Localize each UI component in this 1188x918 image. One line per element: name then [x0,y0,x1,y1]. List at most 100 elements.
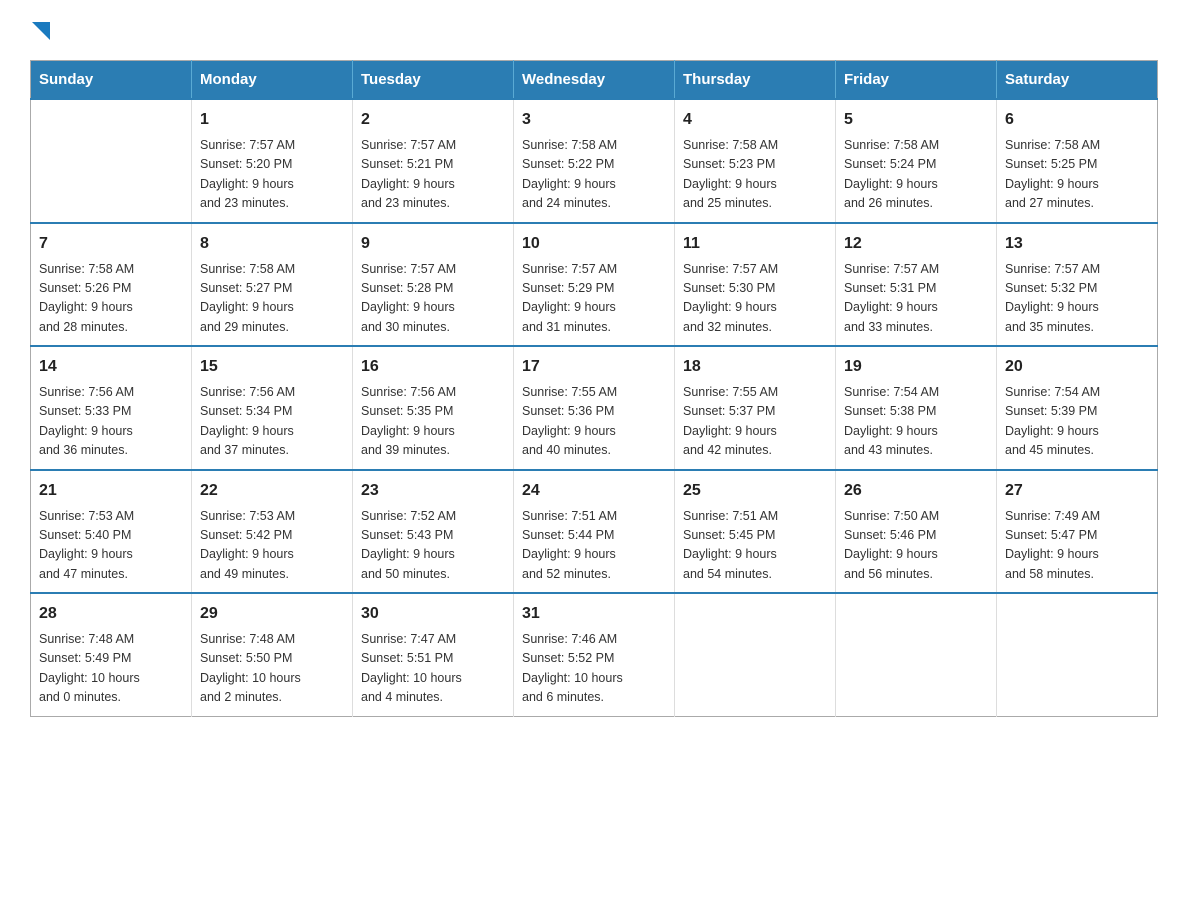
day-info: Sunrise: 7:52 AMSunset: 5:43 PMDaylight:… [361,507,505,585]
day-number: 26 [844,479,988,503]
day-info: Sunrise: 7:57 AMSunset: 5:20 PMDaylight:… [200,136,344,214]
calendar-week-row: 14 Sunrise: 7:56 AMSunset: 5:33 PMDayligh… [31,346,1158,470]
day-info: Sunrise: 7:51 AMSunset: 5:45 PMDaylight:… [683,507,827,585]
day-number: 13 [1005,232,1149,256]
day-info: Sunrise: 7:55 AMSunset: 5:37 PMDaylight:… [683,383,827,461]
day-number: 3 [522,108,666,132]
day-number: 17 [522,355,666,379]
calendar-cell: 7 Sunrise: 7:58 AMSunset: 5:26 PMDaylight… [31,223,192,347]
calendar-cell [997,593,1158,716]
calendar-cell: 2Sunrise: 7:57 AMSunset: 5:21 PMDaylight… [353,99,514,223]
calendar-cell: 25 Sunrise: 7:51 AMSunset: 5:45 PMDayligh… [675,470,836,594]
weekday-header-friday: Friday [836,61,997,100]
weekday-header-saturday: Saturday [997,61,1158,100]
calendar-cell: 22 Sunrise: 7:53 AMSunset: 5:42 PMDayligh… [192,470,353,594]
day-info: Sunrise: 7:56 AMSunset: 5:35 PMDaylight:… [361,383,505,461]
day-number: 9 [361,232,505,256]
day-info: Sunrise: 7:57 AMSunset: 5:29 PMDaylight:… [522,260,666,338]
day-info: Sunrise: 7:56 AMSunset: 5:34 PMDaylight:… [200,383,344,461]
weekday-header-wednesday: Wednesday [514,61,675,100]
calendar-cell: 29Sunrise: 7:48 AMSunset: 5:50 PMDayligh… [192,593,353,716]
logo [30,20,50,40]
day-info: Sunrise: 7:50 AMSunset: 5:46 PMDaylight:… [844,507,988,585]
day-number: 10 [522,232,666,256]
calendar-cell: 13 Sunrise: 7:57 AMSunset: 5:32 PMDayligh… [997,223,1158,347]
calendar-cell: 15Sunrise: 7:56 AMSunset: 5:34 PMDayligh… [192,346,353,470]
day-info: Sunrise: 7:57 AMSunset: 5:32 PMDaylight:… [1005,260,1149,338]
calendar-cell: 10 Sunrise: 7:57 AMSunset: 5:29 PMDayligh… [514,223,675,347]
day-info: Sunrise: 7:54 AMSunset: 5:39 PMDaylight:… [1005,383,1149,461]
calendar-week-row: 7 Sunrise: 7:58 AMSunset: 5:26 PMDaylight… [31,223,1158,347]
weekday-header-sunday: Sunday [31,61,192,100]
calendar-cell [675,593,836,716]
day-number: 27 [1005,479,1149,503]
calendar-week-row: 28 Sunrise: 7:48 AMSunset: 5:49 PMDayligh… [31,593,1158,716]
calendar-cell: 11 Sunrise: 7:57 AMSunset: 5:30 PMDayligh… [675,223,836,347]
calendar-cell: 1 Sunrise: 7:57 AMSunset: 5:20 PMDaylight… [192,99,353,223]
day-number: 25 [683,479,827,503]
day-number: 24 [522,479,666,503]
calendar-cell: 21 Sunrise: 7:53 AMSunset: 5:40 PMDayligh… [31,470,192,594]
weekday-header-thursday: Thursday [675,61,836,100]
page-header [30,20,1158,40]
calendar-header: SundayMondayTuesdayWednesdayThursdayFrid… [31,61,1158,100]
calendar-cell [31,99,192,223]
logo-arrow-icon [32,22,50,40]
day-info: Sunrise: 7:57 AMSunset: 5:30 PMDaylight:… [683,260,827,338]
weekday-header-row: SundayMondayTuesdayWednesdayThursdayFrid… [31,61,1158,100]
calendar-cell: 8 Sunrise: 7:58 AMSunset: 5:27 PMDaylight… [192,223,353,347]
calendar-cell: 12 Sunrise: 7:57 AMSunset: 5:31 PMDayligh… [836,223,997,347]
day-info: Sunrise: 7:48 AMSunset: 5:49 PMDaylight:… [39,630,183,708]
day-info: Sunrise: 7:58 AMSunset: 5:24 PMDaylight:… [844,136,988,214]
day-number: 31 [522,602,666,626]
day-number: 18 [683,355,827,379]
day-info: Sunrise: 7:58 AMSunset: 5:27 PMDaylight:… [200,260,344,338]
calendar-cell: 14 Sunrise: 7:56 AMSunset: 5:33 PMDayligh… [31,346,192,470]
day-number: 22 [200,479,344,503]
day-info: Sunrise: 7:46 AMSunset: 5:52 PMDaylight:… [522,630,666,708]
day-number: 21 [39,479,183,503]
calendar-cell: 23 Sunrise: 7:52 AMSunset: 5:43 PMDayligh… [353,470,514,594]
calendar-cell: 3Sunrise: 7:58 AMSunset: 5:22 PMDaylight… [514,99,675,223]
day-info: Sunrise: 7:55 AMSunset: 5:36 PMDaylight:… [522,383,666,461]
calendar-cell: 18 Sunrise: 7:55 AMSunset: 5:37 PMDayligh… [675,346,836,470]
calendar-cell: 9 Sunrise: 7:57 AMSunset: 5:28 PMDaylight… [353,223,514,347]
day-number: 4 [683,108,827,132]
day-info: Sunrise: 7:51 AMSunset: 5:44 PMDaylight:… [522,507,666,585]
day-number: 12 [844,232,988,256]
day-number: 28 [39,602,183,626]
calendar-cell: 19Sunrise: 7:54 AMSunset: 5:38 PMDayligh… [836,346,997,470]
day-number: 11 [683,232,827,256]
day-info: Sunrise: 7:57 AMSunset: 5:21 PMDaylight:… [361,136,505,214]
day-number: 1 [200,108,344,132]
calendar-cell: 31 Sunrise: 7:46 AMSunset: 5:52 PMDayligh… [514,593,675,716]
day-info: Sunrise: 7:57 AMSunset: 5:28 PMDaylight:… [361,260,505,338]
day-info: Sunrise: 7:53 AMSunset: 5:42 PMDaylight:… [200,507,344,585]
calendar-week-row: 1 Sunrise: 7:57 AMSunset: 5:20 PMDaylight… [31,99,1158,223]
day-number: 20 [1005,355,1149,379]
calendar-cell: 26 Sunrise: 7:50 AMSunset: 5:46 PMDayligh… [836,470,997,594]
day-info: Sunrise: 7:58 AMSunset: 5:26 PMDaylight:… [39,260,183,338]
calendar-cell: 20 Sunrise: 7:54 AMSunset: 5:39 PMDayligh… [997,346,1158,470]
day-number: 14 [39,355,183,379]
day-number: 8 [200,232,344,256]
day-info: Sunrise: 7:58 AMSunset: 5:23 PMDaylight:… [683,136,827,214]
day-number: 30 [361,602,505,626]
calendar-cell: 28 Sunrise: 7:48 AMSunset: 5:49 PMDayligh… [31,593,192,716]
day-info: Sunrise: 7:54 AMSunset: 5:38 PMDaylight:… [844,383,988,461]
calendar-cell: 5 Sunrise: 7:58 AMSunset: 5:24 PMDaylight… [836,99,997,223]
day-info: Sunrise: 7:57 AMSunset: 5:31 PMDaylight:… [844,260,988,338]
day-number: 5 [844,108,988,132]
calendar-table: SundayMondayTuesdayWednesdayThursdayFrid… [30,60,1158,717]
day-number: 23 [361,479,505,503]
calendar-cell: 16Sunrise: 7:56 AMSunset: 5:35 PMDayligh… [353,346,514,470]
day-info: Sunrise: 7:48 AMSunset: 5:50 PMDaylight:… [200,630,344,708]
calendar-cell [836,593,997,716]
day-info: Sunrise: 7:56 AMSunset: 5:33 PMDaylight:… [39,383,183,461]
calendar-cell: 17 Sunrise: 7:55 AMSunset: 5:36 PMDayligh… [514,346,675,470]
day-number: 7 [39,232,183,256]
calendar-cell: 30Sunrise: 7:47 AMSunset: 5:51 PMDayligh… [353,593,514,716]
calendar-cell: 4 Sunrise: 7:58 AMSunset: 5:23 PMDaylight… [675,99,836,223]
weekday-header-tuesday: Tuesday [353,61,514,100]
day-info: Sunrise: 7:53 AMSunset: 5:40 PMDaylight:… [39,507,183,585]
